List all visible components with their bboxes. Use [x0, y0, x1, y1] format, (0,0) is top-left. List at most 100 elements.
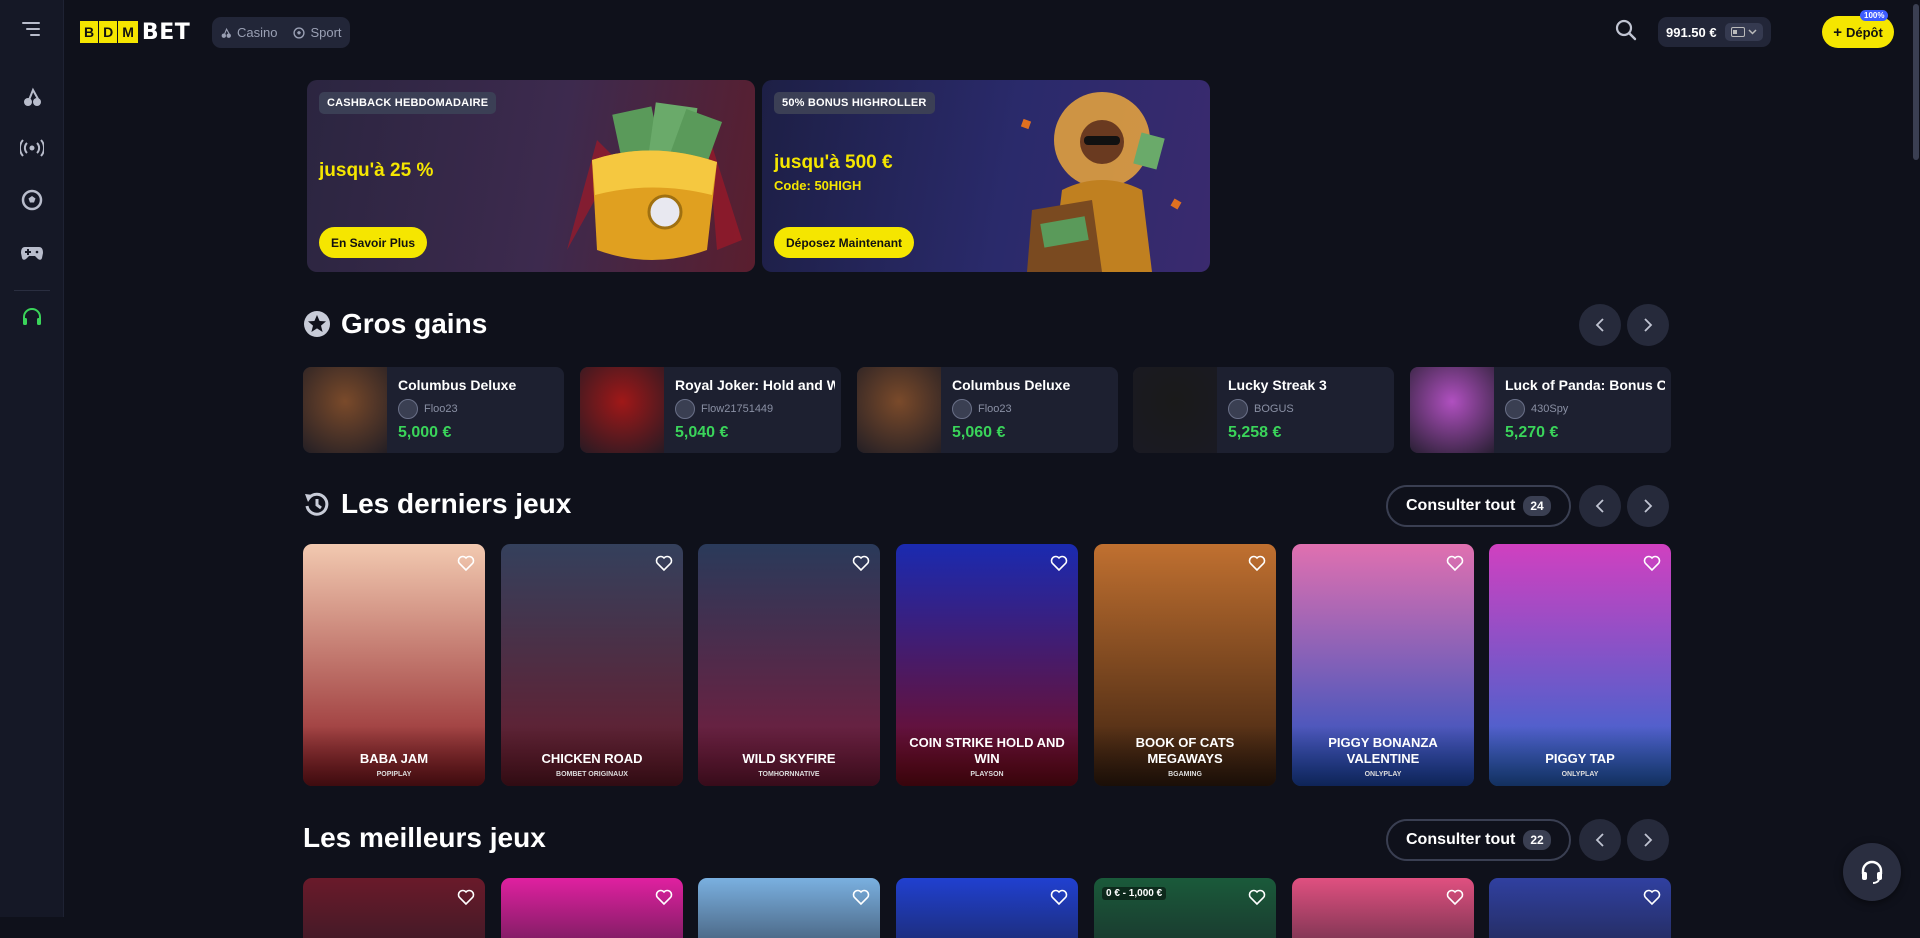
chevron-left-icon	[1595, 499, 1604, 513]
nav-sport[interactable]: Sport	[293, 25, 342, 40]
big-win-card[interactable]: Royal Joker: Hold and Win Flow21751449 5,0…	[580, 367, 841, 453]
logo-letter-b: B	[80, 21, 99, 43]
chevron-right-icon	[1644, 833, 1653, 847]
cherries-icon	[221, 27, 231, 38]
balance-amount: 991.50 €	[1666, 24, 1717, 40]
game-card[interactable]: Wild Skyfire TOMHORNNATIVE	[698, 544, 880, 786]
banner-title: jusqu'à 500 €	[774, 152, 893, 173]
see-all-count: 24	[1523, 496, 1551, 516]
page-scrollbar[interactable]	[1912, 0, 1920, 917]
heart-icon[interactable]	[1248, 554, 1266, 572]
heart-icon[interactable]	[1643, 888, 1661, 906]
game-card[interactable]	[501, 878, 683, 938]
best-games-title: Les meilleurs jeux	[303, 822, 546, 853]
main-nav: Casino Sport	[212, 17, 350, 48]
search-icon	[1615, 19, 1637, 41]
win-game-name: Columbus Deluxe	[398, 377, 517, 393]
nav-sport-label: Sport	[310, 25, 342, 40]
heart-icon[interactable]	[1446, 554, 1464, 572]
heart-icon[interactable]	[655, 888, 673, 906]
chevron-down-icon	[1748, 29, 1757, 35]
promo-banner-highroller[interactable]: 50% BONUS HIGHROLLER jusqu'à 500 € Code:…	[762, 80, 1210, 272]
game-card[interactable]	[1292, 878, 1474, 938]
win-game-name: Luck of Panda: Bonus Combo	[1505, 377, 1665, 393]
big-win-card[interactable]: Columbus Deluxe Floo23 5,000 €	[303, 367, 564, 453]
wallet-art	[557, 100, 747, 270]
game-provider: BGAMING	[1168, 771, 1202, 778]
see-all-label: Consulter tout	[1406, 497, 1516, 514]
game-card[interactable]	[698, 878, 880, 938]
game-provider: TOMHORNNATIVE	[758, 771, 820, 778]
game-card[interactable]	[896, 878, 1078, 938]
big-win-card[interactable]: Lucky Streak 3 BOGUS 5,258 €	[1133, 367, 1394, 453]
headset-icon[interactable]	[18, 303, 46, 331]
menu-icon[interactable]	[18, 15, 46, 43]
recent-prev-button[interactable]	[1579, 485, 1621, 527]
live-broadcast-icon[interactable]	[18, 134, 46, 162]
game-thumbnail	[857, 367, 941, 453]
big-wins-next-button[interactable]	[1627, 304, 1669, 346]
game-card[interactable]: 0 € - 1,000 €	[1094, 878, 1276, 938]
heart-icon[interactable]	[1050, 888, 1068, 906]
game-provider: PLAYSON	[970, 771, 1004, 778]
banner-code: Code: 50HIGH	[774, 178, 862, 193]
win-amount: 5,000 €	[398, 424, 452, 441]
recent-next-button[interactable]	[1627, 485, 1669, 527]
search-button[interactable]	[1614, 18, 1642, 46]
nav-casino[interactable]: Casino	[220, 25, 277, 40]
nav-casino-label: Casino	[237, 25, 278, 40]
game-name: Piggy Tap	[1545, 751, 1615, 766]
history-icon	[305, 492, 329, 516]
game-provider: ONLYPLAY	[1561, 771, 1599, 778]
game-name: Baba Jam	[359, 751, 429, 766]
game-name: Book of Cats Megaways	[1135, 735, 1235, 766]
see-all-label: Consulter tout	[1406, 831, 1516, 848]
user-avatar-icon	[398, 399, 418, 419]
learn-more-button[interactable]: En Savoir Plus	[319, 227, 428, 258]
cherries-icon[interactable]	[18, 83, 46, 111]
big-win-card[interactable]: Columbus Deluxe Floo23 5,060 €	[857, 367, 1118, 453]
scrollbar-thumb[interactable]	[1913, 4, 1919, 160]
game-card[interactable]: Piggy Tap ONLYPLAY	[1489, 544, 1671, 786]
deposit-bonus-badge: 100%	[1860, 10, 1889, 21]
win-user: Flow21751449	[675, 399, 773, 419]
heart-icon[interactable]	[1050, 554, 1068, 572]
game-card[interactable]: Piggy Bonanza Valentine ONLYPLAY	[1292, 544, 1474, 786]
best-see-all-button[interactable]: Consulter tout 22	[1386, 819, 1571, 861]
heart-icon[interactable]	[1643, 554, 1661, 572]
big-wins-title: Gros gains	[341, 308, 488, 339]
heart-icon[interactable]	[1446, 888, 1464, 906]
heart-icon[interactable]	[852, 554, 870, 572]
game-card[interactable]: Baba Jam POPIPLAY	[303, 544, 485, 786]
heart-icon[interactable]	[457, 888, 475, 906]
support-chat-button[interactable]	[1843, 843, 1901, 901]
game-card[interactable]: Book of Cats Megaways BGAMING	[1094, 544, 1276, 786]
win-username: Flow21751449	[701, 403, 774, 415]
gamepad-icon[interactable]	[18, 239, 46, 267]
big-wins-prev-button[interactable]	[1579, 304, 1621, 346]
win-username: 430Spy	[1531, 403, 1569, 415]
game-card[interactable]: Chicken Road BOMBET ORIGINAUX	[501, 544, 683, 786]
game-card[interactable]: Coin Strike Hold and Win PLAYSON	[896, 544, 1078, 786]
chevron-right-icon	[1644, 499, 1653, 513]
best-prev-button[interactable]	[1579, 819, 1621, 861]
win-user: Floo23	[398, 399, 458, 419]
heart-icon[interactable]	[457, 554, 475, 572]
game-card[interactable]	[303, 878, 485, 938]
game-card[interactable]	[1489, 878, 1671, 938]
game-bet-range: 0 € - 1,000 €	[1102, 887, 1167, 900]
heart-icon[interactable]	[655, 554, 673, 572]
heart-icon[interactable]	[1248, 888, 1266, 906]
balance-widget[interactable]: 991.50 €	[1658, 17, 1771, 47]
deposit-now-button[interactable]: Déposez Maintenant	[774, 227, 915, 258]
recent-see-all-button[interactable]: Consulter tout 24	[1386, 485, 1571, 527]
soccer-ball-icon	[293, 26, 306, 39]
logo[interactable]: B D M BET	[80, 20, 190, 45]
promo-banner-cashback[interactable]: CASHBACK HEBDOMADAIRE jusqu'à 25 % En Sa…	[307, 80, 755, 272]
best-next-button[interactable]	[1627, 819, 1669, 861]
heart-icon[interactable]	[852, 888, 870, 906]
soccer-ball-icon[interactable]	[18, 186, 46, 214]
big-win-card[interactable]: Luck of Panda: Bonus Combo 430Spy 5,270 €	[1410, 367, 1671, 453]
wallet-dropdown[interactable]	[1724, 23, 1763, 41]
plus-icon: +	[1833, 23, 1842, 41]
